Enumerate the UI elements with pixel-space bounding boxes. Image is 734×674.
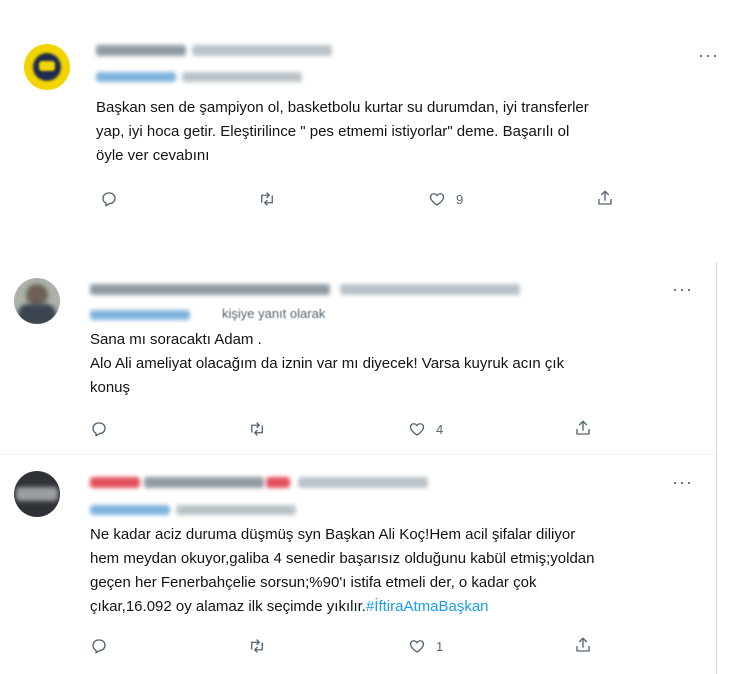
mention[interactable]	[90, 505, 170, 515]
tweet-text: Başkan sen de şampiyon ol, basketbolu ku…	[96, 99, 589, 164]
tweet-3[interactable]: ··· Ne kadar aciz duruma düşmüş syn Başk…	[0, 455, 716, 674]
tweet-2[interactable]: kişiye yanıt olarak ··· Sana mı soracakt…	[0, 262, 716, 454]
retweet-button[interactable]	[248, 637, 276, 655]
screenshot-frame-edge	[716, 262, 717, 674]
mention[interactable]	[90, 310, 190, 320]
share-button[interactable]	[574, 419, 592, 437]
like-count: 1	[436, 638, 444, 654]
like-icon	[429, 193, 445, 206]
more-icon[interactable]: ···	[672, 473, 693, 491]
reply-button[interactable]	[90, 637, 118, 655]
display-name[interactable]	[96, 45, 186, 56]
like-icon	[409, 423, 425, 436]
like-count: 4	[436, 421, 444, 437]
reply-button[interactable]	[100, 190, 128, 208]
avatar[interactable]	[24, 44, 70, 90]
reply-icon	[102, 192, 116, 207]
share-button[interactable]	[596, 189, 614, 207]
username[interactable]	[298, 477, 428, 488]
hashtag-link[interactable]: #İftiraAtmaBaşkan	[366, 598, 489, 615]
retweet-icon	[261, 192, 273, 206]
reply-context	[182, 72, 302, 82]
like-button[interactable]: 4	[408, 420, 443, 438]
more-icon[interactable]: ···	[698, 46, 719, 64]
like-count: 9	[456, 191, 464, 207]
like-button[interactable]: 1	[408, 637, 443, 655]
more-icon[interactable]: ···	[672, 280, 693, 298]
tweet-text: Ne kadar aciz duruma düşmüş syn Başkan A…	[90, 526, 595, 615]
share-icon	[598, 190, 612, 205]
display-name[interactable]	[90, 284, 330, 295]
reply-context: kişiye yanıt olarak	[222, 306, 326, 321]
tweet-text: Sana mı soracaktı Adam . Alo Ali ameliya…	[90, 331, 565, 396]
username[interactable]	[340, 284, 520, 295]
avatar[interactable]	[14, 278, 60, 324]
retweet-icon	[251, 422, 263, 436]
display-name[interactable]	[90, 477, 140, 488]
reply-context	[176, 505, 296, 515]
retweet-button[interactable]	[248, 420, 276, 438]
mention[interactable]	[96, 72, 176, 82]
display-name-emoji	[266, 477, 290, 488]
reply-button[interactable]	[90, 420, 118, 438]
tweet-1[interactable]: ··· Başkan sen de şampiyon ol, basketbol…	[0, 0, 734, 226]
share-icon	[576, 420, 590, 435]
reply-icon	[92, 639, 106, 654]
share-icon	[576, 637, 590, 652]
like-button[interactable]: 9	[428, 190, 463, 208]
share-button[interactable]	[574, 636, 592, 654]
retweet-icon	[251, 639, 263, 653]
username[interactable]	[192, 45, 332, 56]
reply-icon	[92, 422, 106, 437]
avatar[interactable]	[14, 471, 60, 517]
retweet-button[interactable]	[258, 190, 286, 208]
like-icon	[409, 640, 425, 653]
display-name-rest	[144, 477, 264, 488]
